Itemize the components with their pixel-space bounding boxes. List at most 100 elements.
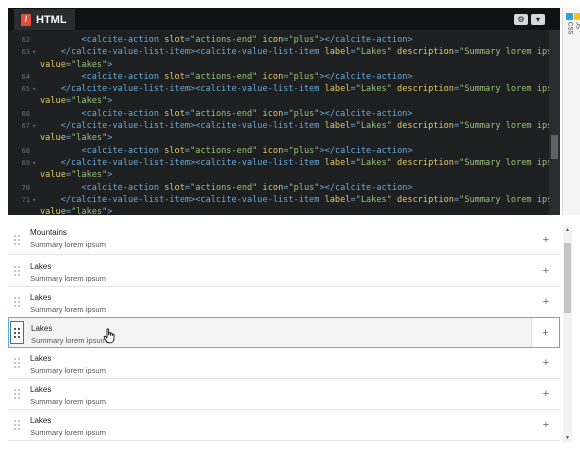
item-label: Mountains xyxy=(30,228,67,237)
plus-icon[interactable]: + xyxy=(532,379,560,409)
code-token: </calcite-value-list-item><calcite-value… xyxy=(60,84,325,95)
drag-handle-icon[interactable] xyxy=(11,348,22,378)
item-label: Lakes xyxy=(30,416,52,425)
code-token: > xyxy=(107,170,113,181)
code-token: </calcite-value-list-item><calcite-value… xyxy=(60,121,325,132)
line-number: 71 xyxy=(21,195,30,204)
code-token: "Summary lorem ipsum" xyxy=(459,157,560,168)
item-label: Lakes xyxy=(30,385,52,394)
drag-handle-icon[interactable] xyxy=(10,321,24,344)
chevron-down-icon[interactable]: ▾ xyxy=(531,14,545,25)
code-token: value xyxy=(40,133,66,144)
drag-handle-icon[interactable] xyxy=(11,256,22,286)
item-description: Summary lorem ipsum xyxy=(30,305,106,314)
list-scrollbar[interactable]: ▲ ▼ xyxy=(563,225,572,443)
code-editor: / HTML ⚙ ▾ 62 <calcite-action slot="acti… xyxy=(8,8,560,215)
code-area[interactable]: 62 <calcite-action slot="actions-end" ic… xyxy=(8,34,560,215)
code-text: <calcite-action slot="actions-end" icon=… xyxy=(40,71,412,83)
code-text: value="lakes"> xyxy=(40,59,112,71)
line-number: 70 xyxy=(21,183,30,192)
plus-icon[interactable]: + xyxy=(532,348,560,378)
drag-handle-icon[interactable] xyxy=(11,225,22,254)
fold-icon[interactable]: ▾ xyxy=(32,83,40,95)
js-panel-toggle[interactable]: JS xyxy=(574,13,580,29)
code-token: icon xyxy=(262,182,284,193)
plus-icon[interactable]: + xyxy=(531,318,559,347)
code-token: "plus" xyxy=(288,182,320,193)
editor-scrollbar-thumb[interactable] xyxy=(551,135,558,159)
code-token: ></calcite-action> xyxy=(319,35,413,45)
plus-icon[interactable]: + xyxy=(532,225,560,254)
code-text: value="lakes"> xyxy=(40,95,112,107)
code-token: "plus" xyxy=(288,71,320,82)
code-line: 63 ▾ </calcite-value-list-item><calcite-v… xyxy=(8,46,560,58)
code-line: value="lakes"> xyxy=(8,169,548,181)
list-item[interactable]: Lakes Summary lorem ipsum + xyxy=(8,410,560,441)
code-token: "lakes" xyxy=(71,96,108,107)
hand-cursor-icon xyxy=(103,328,117,349)
plus-icon[interactable]: + xyxy=(532,287,560,317)
fold-icon[interactable]: ▾ xyxy=(32,46,40,58)
code-token: </calcite-value-list-item><calcite-value… xyxy=(60,157,325,168)
fold-icon[interactable]: ▾ xyxy=(32,194,40,206)
code-token: icon xyxy=(262,145,284,156)
plus-icon[interactable]: + xyxy=(532,256,560,286)
code-token: icon xyxy=(262,71,284,82)
scroll-up-icon[interactable]: ▲ xyxy=(563,225,572,235)
code-token: description xyxy=(397,194,454,205)
list-item[interactable]: Lakes Summary lorem ipsum + xyxy=(8,287,560,318)
code-token: icon xyxy=(262,35,284,45)
fold-icon[interactable]: ▾ xyxy=(32,157,40,169)
list-item[interactable]: Lakes Summary lorem ipsum + xyxy=(8,317,560,348)
code-token: "actions-end" xyxy=(190,108,258,119)
tab-html[interactable]: / HTML xyxy=(14,9,75,30)
list-item[interactable]: Lakes Summary lorem ipsum + xyxy=(8,348,560,379)
gear-icon[interactable]: ⚙ xyxy=(514,14,528,25)
drag-handle-icon[interactable] xyxy=(11,410,22,440)
drag-handle-icon[interactable] xyxy=(11,379,22,409)
item-description: Summary lorem ipsum xyxy=(30,366,106,375)
code-token: slot xyxy=(164,182,185,193)
code-token: ></calcite-action> xyxy=(319,145,413,156)
item-label: Lakes xyxy=(30,354,52,363)
code-text: <calcite-action slot="actions-end" icon=… xyxy=(40,145,413,157)
css-panel-toggle[interactable]: CSS xyxy=(566,13,573,34)
list-item[interactable]: Lakes Summary lorem ipsum + xyxy=(8,256,560,287)
css-label: CSS xyxy=(566,22,573,35)
code-token: </calcite-value-list-item><calcite-value… xyxy=(60,194,325,205)
code-line: 62 <calcite-action slot="actions-end" ic… xyxy=(8,34,548,46)
item-label: Lakes xyxy=(30,293,52,302)
code-token: <calcite-action xyxy=(81,108,165,119)
code-text: <calcite-action slot="actions-end" icon=… xyxy=(40,182,412,194)
scroll-down-icon[interactable]: ▼ xyxy=(563,433,572,443)
code-token: slot xyxy=(164,35,185,45)
code-text: </calcite-value-list-item><calcite-value… xyxy=(40,157,560,169)
code-token: "Lakes" xyxy=(355,47,392,58)
code-token: "actions-end" xyxy=(190,71,258,82)
item-description: Summary lorem ipsum xyxy=(30,428,106,437)
code-token: <calcite-action xyxy=(81,182,165,193)
plus-icon[interactable]: + xyxy=(532,410,560,440)
fold-icon[interactable]: ▾ xyxy=(32,120,40,132)
code-line: 68 <calcite-action slot="actions-end" ic… xyxy=(8,145,548,157)
list-item[interactable]: Lakes Summary lorem ipsum + xyxy=(8,379,560,410)
code-token: description xyxy=(397,47,454,58)
line-number: 62 xyxy=(21,36,30,44)
editor-scrollbar[interactable] xyxy=(549,30,560,215)
code-line: 71 ▾ </calcite-value-list-item><calcite-v… xyxy=(8,194,560,206)
list-item[interactable]: Mountains Summary lorem ipsum + xyxy=(8,225,560,255)
tab-label: HTML xyxy=(36,13,67,26)
code-token: "plus" xyxy=(288,145,320,156)
list-scrollbar-thumb[interactable] xyxy=(564,243,571,313)
code-token: <calcite-action xyxy=(81,145,165,156)
code-token: label xyxy=(324,121,351,132)
drag-handle-icon[interactable] xyxy=(11,287,22,317)
line-number: 67 xyxy=(21,122,30,131)
code-text: value="lakes"> xyxy=(40,132,112,144)
code-token: description xyxy=(397,121,454,132)
